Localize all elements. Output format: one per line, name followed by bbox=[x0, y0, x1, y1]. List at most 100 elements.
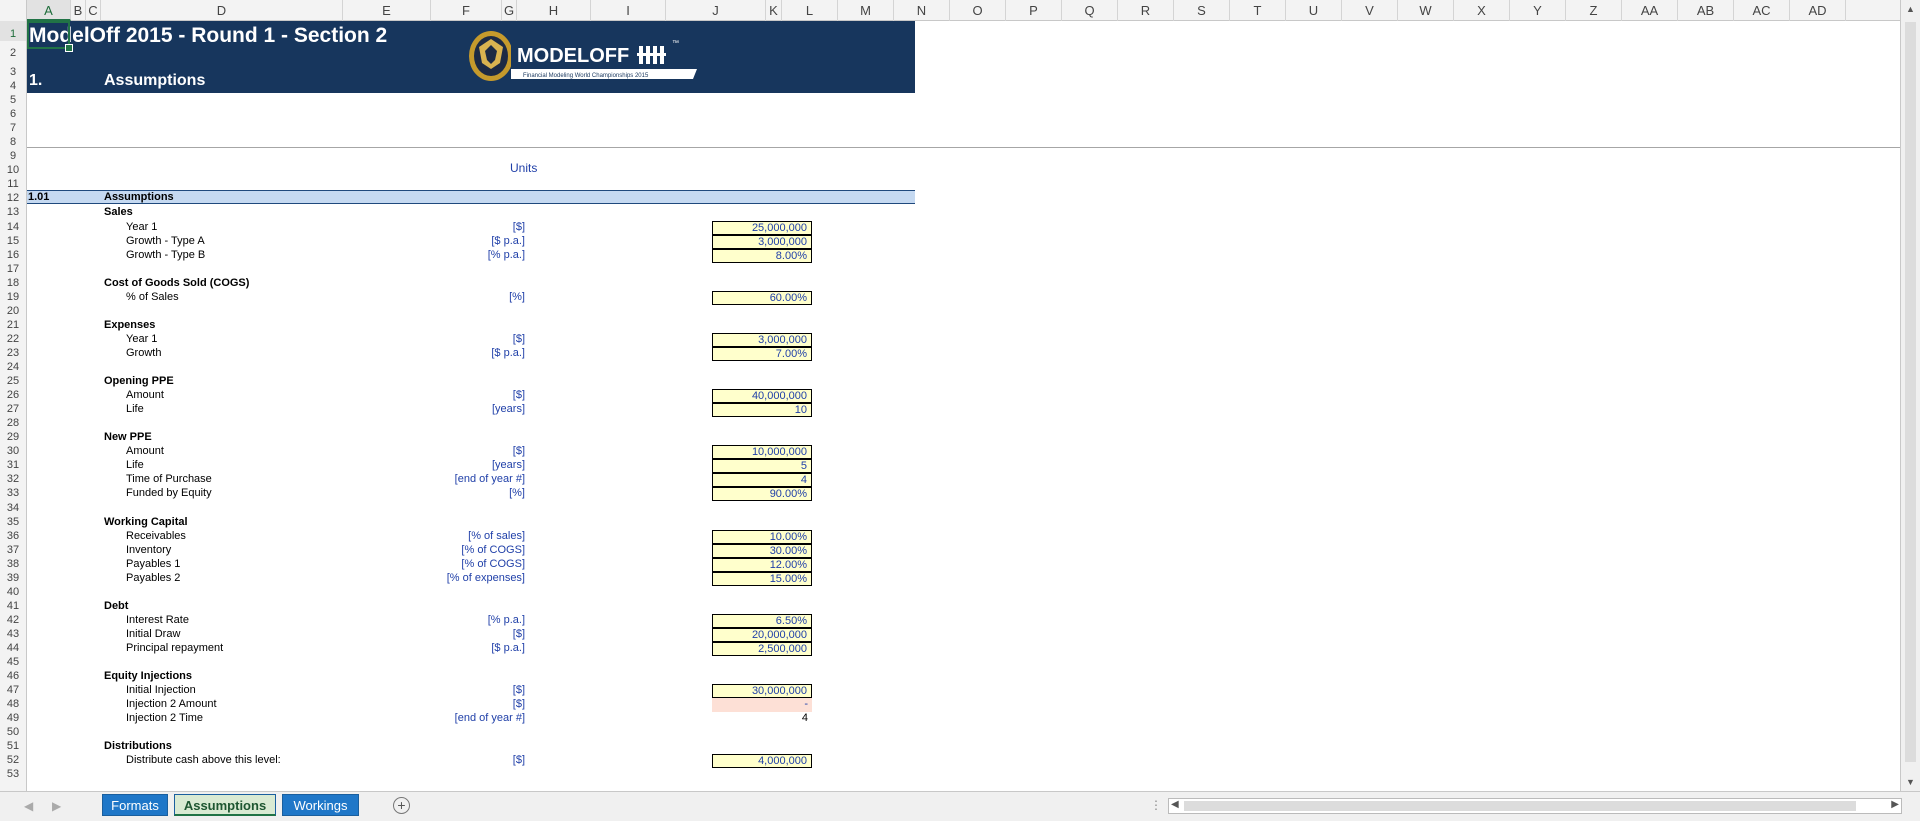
assumption-unit[interactable]: [$ p.a.] bbox=[491, 234, 525, 248]
units-column-header[interactable]: Units bbox=[510, 161, 537, 175]
column-header-r[interactable]: R bbox=[1118, 0, 1174, 21]
group-heading[interactable]: Cost of Goods Sold (COGS) bbox=[104, 276, 249, 290]
assumption-label[interactable]: Life bbox=[126, 458, 144, 472]
group-heading[interactable]: Working Capital bbox=[104, 515, 188, 529]
scroll-up-icon[interactable]: ▲ bbox=[1906, 4, 1915, 14]
column-header-p[interactable]: P bbox=[1006, 0, 1062, 21]
assumption-unit[interactable]: [% p.a.] bbox=[488, 613, 525, 627]
assumption-input-cell[interactable]: - bbox=[712, 698, 812, 713]
column-header-x[interactable]: X bbox=[1454, 0, 1510, 21]
assumption-label[interactable]: Payables 2 bbox=[126, 571, 180, 585]
row-header-7[interactable]: 7 bbox=[0, 121, 26, 135]
group-heading[interactable]: Opening PPE bbox=[104, 374, 174, 388]
assumption-unit[interactable]: [%] bbox=[509, 290, 525, 304]
row-header-25[interactable]: 25 bbox=[0, 374, 26, 388]
row-header-48[interactable]: 48 bbox=[0, 697, 26, 711]
row-header-50[interactable]: 50 bbox=[0, 725, 26, 739]
row-header-51[interactable]: 51 bbox=[0, 739, 26, 753]
row-header-32[interactable]: 32 bbox=[0, 472, 26, 486]
assumption-input-cell[interactable]: 4 bbox=[712, 473, 812, 488]
assumption-label[interactable]: Time of Purchase bbox=[126, 472, 212, 486]
assumption-input-cell[interactable]: 4,000,000 bbox=[712, 754, 812, 769]
row-header-40[interactable]: 40 bbox=[0, 585, 26, 599]
assumption-label[interactable]: Injection 2 Amount bbox=[126, 697, 217, 711]
row-header-1[interactable]: 1 bbox=[0, 21, 26, 41]
assumption-unit[interactable]: [$] bbox=[513, 627, 525, 641]
plus-circle-icon[interactable]: + bbox=[393, 797, 410, 814]
row-header-28[interactable]: 28 bbox=[0, 416, 26, 430]
row-header-26[interactable]: 26 bbox=[0, 388, 26, 402]
tab-split-handle[interactable]: ⋮ bbox=[1150, 798, 1162, 812]
row-header-44[interactable]: 44 bbox=[0, 641, 26, 655]
row-header-6[interactable]: 6 bbox=[0, 107, 26, 121]
row-header-17[interactable]: 17 bbox=[0, 262, 26, 276]
row-header-46[interactable]: 46 bbox=[0, 669, 26, 683]
column-header-l[interactable]: L bbox=[782, 0, 838, 21]
assumption-label[interactable]: % of Sales bbox=[126, 290, 179, 304]
assumption-input-cell[interactable]: 7.00% bbox=[712, 346, 812, 361]
row-header-42[interactable]: 42 bbox=[0, 613, 26, 627]
assumption-input-cell[interactable]: 40,000,000 bbox=[712, 389, 812, 404]
assumption-input-cell[interactable]: 2,500,000 bbox=[712, 642, 812, 656]
row-header-12[interactable]: 12 bbox=[0, 191, 26, 205]
row-header-24[interactable]: 24 bbox=[0, 360, 26, 374]
sheet-title[interactable]: ModelOff 2015 - Round 1 - Section 2 bbox=[29, 24, 387, 48]
column-header-n[interactable]: N bbox=[894, 0, 950, 21]
assumption-input-cell[interactable]: 15.00% bbox=[712, 571, 812, 586]
section-title[interactable]: Assumptions bbox=[104, 72, 205, 90]
assumption-input-cell[interactable]: 90.00% bbox=[712, 487, 812, 502]
assumption-label[interactable]: Growth bbox=[126, 346, 161, 360]
assumption-input-cell[interactable]: 10 bbox=[712, 403, 812, 418]
row-header-2[interactable]: 2 bbox=[0, 41, 26, 60]
assumption-input-cell[interactable]: 6.50% bbox=[712, 613, 812, 628]
row-header-30[interactable]: 30 bbox=[0, 444, 26, 458]
column-header-ac[interactable]: AC bbox=[1734, 0, 1790, 21]
column-header-ad[interactable]: AD bbox=[1790, 0, 1846, 21]
assumption-unit[interactable]: [$] bbox=[513, 753, 525, 767]
row-header-39[interactable]: 39 bbox=[0, 571, 26, 585]
column-header-i[interactable]: I bbox=[591, 0, 666, 21]
column-header-c[interactable]: C bbox=[86, 0, 101, 21]
prev-sheet-icon[interactable]: ◀ bbox=[24, 799, 33, 813]
column-header-m[interactable]: M bbox=[838, 0, 894, 21]
assumption-input-cell[interactable]: 60.00% bbox=[712, 290, 812, 305]
subsection-number[interactable]: 1.01 bbox=[28, 191, 49, 203]
row-header-52[interactable]: 52 bbox=[0, 753, 26, 767]
row-header-49[interactable]: 49 bbox=[0, 711, 26, 725]
scroll-down-icon[interactable]: ▼ bbox=[1906, 777, 1915, 787]
row-header-20[interactable]: 20 bbox=[0, 304, 26, 318]
assumption-unit[interactable]: [years] bbox=[492, 458, 525, 472]
column-header-q[interactable]: Q bbox=[1062, 0, 1118, 21]
column-header-y[interactable]: Y bbox=[1510, 0, 1566, 21]
row-header-33[interactable]: 33 bbox=[0, 486, 26, 500]
row-header-29[interactable]: 29 bbox=[0, 430, 26, 444]
assumption-input-cell[interactable]: 8.00% bbox=[712, 248, 812, 263]
group-heading[interactable]: Expenses bbox=[104, 318, 155, 332]
assumption-unit[interactable]: [% p.a.] bbox=[488, 248, 525, 262]
row-header-8[interactable]: 8 bbox=[0, 135, 26, 149]
row-header-37[interactable]: 37 bbox=[0, 543, 26, 557]
horizontal-scrollbar[interactable]: ◀ ▶ bbox=[1168, 798, 1902, 814]
column-header-aa[interactable]: AA bbox=[1622, 0, 1678, 21]
row-header-16[interactable]: 16 bbox=[0, 248, 26, 262]
column-header-j[interactable]: J bbox=[666, 0, 766, 21]
row-header-27[interactable]: 27 bbox=[0, 402, 26, 416]
row-header-43[interactable]: 43 bbox=[0, 627, 26, 641]
row-header-4[interactable]: 4 bbox=[0, 79, 26, 93]
select-all-corner[interactable] bbox=[0, 0, 27, 21]
assumption-label[interactable]: Growth - Type A bbox=[126, 234, 205, 248]
row-header-18[interactable]: 18 bbox=[0, 276, 26, 290]
column-header-a[interactable]: A bbox=[27, 0, 71, 21]
assumption-input-cell[interactable]: 25,000,000 bbox=[712, 220, 812, 235]
assumption-input-cell[interactable]: 30.00% bbox=[712, 543, 812, 558]
assumption-input-cell[interactable]: 12.00% bbox=[712, 557, 812, 572]
horizontal-scroll-thumb[interactable] bbox=[1184, 801, 1856, 811]
assumption-label[interactable]: Distribute cash above this level: bbox=[126, 753, 281, 767]
assumption-input-cell[interactable]: 20,000,000 bbox=[712, 627, 812, 642]
row-header-35[interactable]: 35 bbox=[0, 515, 26, 529]
vertical-scrollbar[interactable]: ▲ ▼ bbox=[1900, 0, 1920, 791]
assumption-unit[interactable]: [% of COGS] bbox=[461, 557, 525, 571]
assumption-label[interactable]: Inventory bbox=[126, 543, 171, 557]
next-sheet-icon[interactable]: ▶ bbox=[52, 799, 61, 813]
triangle-right-icon[interactable]: ▶ bbox=[1891, 799, 1899, 810]
